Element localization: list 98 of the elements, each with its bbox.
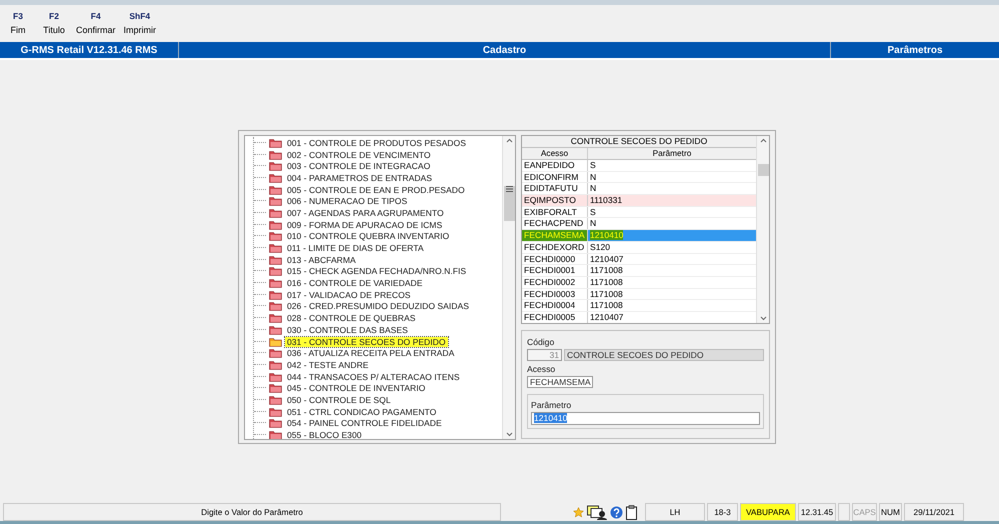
tree-item[interactable]: 054 - PAINEL CONTROLE FIDELIDADE xyxy=(285,418,444,428)
help-icon xyxy=(610,506,623,518)
table-row[interactable]: FECHDI0000 1210407 xyxy=(522,254,756,266)
table-cell: S xyxy=(590,160,596,170)
table-cell: FECHDI0005 xyxy=(522,312,588,323)
column-header[interactable]: Parâmetro xyxy=(588,148,756,159)
table-cell: FECHDEXORD xyxy=(522,242,588,252)
scrollbar-thumb[interactable] xyxy=(504,186,514,221)
tree-item[interactable]: 042 - TESTE ANDRE xyxy=(285,360,371,370)
tree-item[interactable]: 016 - CONTROLE DE VARIEDADE xyxy=(285,278,424,288)
table-cell: EQIMPOSTO xyxy=(522,195,588,206)
status-cell: CAPS xyxy=(852,503,877,521)
status-cell: NUM xyxy=(879,503,902,521)
table-row[interactable]: EXIBFORALT S xyxy=(522,206,756,218)
tree-item[interactable]: 036 - ATUALIZA RECEITA PELA ENTRADA xyxy=(285,348,456,358)
tree-item[interactable]: 005 - CONTROLE DE EAN E PROD.PESADO xyxy=(285,184,467,195)
table-cell: FECHDI0003 xyxy=(522,288,588,300)
table-cell: FECHDI0002 xyxy=(522,276,588,288)
tree-item[interactable]: 006 - NUMERACAO DE TIPOS xyxy=(285,196,410,206)
tree-item[interactable]: 051 - CTRL CONDICAO PAGAMENTO xyxy=(285,406,438,417)
field-label: Acesso xyxy=(527,364,556,374)
function-key-button[interactable]: ShF4 Imprimir xyxy=(122,9,158,37)
column-header[interactable]: Acesso xyxy=(522,148,588,159)
table-cell: 1210410 xyxy=(590,230,624,240)
function-key-button[interactable]: F3 Fim xyxy=(2,9,34,37)
table-title: CONTROLE SECOES DO PEDIDO xyxy=(522,136,756,148)
tree-item[interactable]: 030 - CONTROLE DAS BASES xyxy=(285,324,410,335)
table-cell: 1171008 xyxy=(590,288,623,299)
table-cell: 1210407 xyxy=(590,254,624,264)
tree-item[interactable]: 003 - CONTROLE DE INTEGRACAO xyxy=(285,161,432,172)
table-cell: FECHAMSEMA xyxy=(522,230,588,241)
status-cell: LH xyxy=(645,503,705,521)
tree-item[interactable]: 050 - CONTROLE DE SQL xyxy=(285,394,393,405)
application-title: G-RMS Retail V12.31.46 RMS xyxy=(20,44,158,56)
tree-item[interactable]: 045 - CONTROLE DE INVENTARIO xyxy=(285,383,428,394)
table-cell: N xyxy=(590,183,596,194)
tree-item[interactable]: 055 - BLOCO E300 xyxy=(285,430,364,439)
field-label: Parâmetro xyxy=(531,400,572,410)
tree-item[interactable]: 011 - LIMITE DE DIAS DE OFERTA xyxy=(285,243,426,254)
table-row[interactable]: FECHDI0001 1171008 xyxy=(522,265,756,277)
table-row[interactable]: FECHDI0004 1171008 xyxy=(522,300,756,312)
scrollbar[interactable] xyxy=(756,136,769,323)
function-key-button[interactable]: F2 Titulo xyxy=(38,9,70,37)
access-field[interactable]: FECHAMSEMA xyxy=(527,376,593,388)
table-cell: EXIBFORALT xyxy=(522,206,588,218)
scrollbar-thumb[interactable] xyxy=(758,164,768,176)
table-cell: FECHACPEND xyxy=(522,218,588,230)
parameter-field[interactable]: 1210410 xyxy=(531,412,760,425)
status-cell: 12.31.45 xyxy=(798,503,836,521)
table-row[interactable]: FECHDEXORD S120 xyxy=(522,242,756,254)
table-cell: EANPEDIDO xyxy=(522,160,588,171)
function-key-button[interactable]: F4 Confirmar xyxy=(74,9,118,37)
table-cell: S xyxy=(590,206,596,217)
table-row[interactable]: EQIMPOSTO 1110331 xyxy=(522,195,756,207)
tree-item[interactable]: 044 - TRANSACOES P/ ALTERACAO ITENS xyxy=(285,372,462,382)
table-cell: 1110331 xyxy=(590,195,622,206)
table-cell: 1210407 xyxy=(590,312,624,322)
tree-item[interactable]: 017 - VALIDACAO DE PRECOS xyxy=(285,290,413,300)
description-field: CONTROLE SECOES DO PEDIDO xyxy=(564,349,764,361)
tree-item[interactable]: 009 - FORMA DE APURACAO DE ICMS xyxy=(285,220,444,230)
table-row[interactable]: EDICONFIRM N xyxy=(522,172,756,184)
module-title: Cadastro xyxy=(482,44,526,56)
tree-item[interactable]: 015 - CHECK AGENDA FECHADA/NRO.N.FIS xyxy=(285,266,468,276)
tree-item[interactable]: 004 - PARAMETROS DE ENTRADAS xyxy=(285,172,434,183)
scrollbar[interactable] xyxy=(502,136,515,439)
table-cell: 1171008 xyxy=(590,276,623,287)
computer-user-icon xyxy=(587,504,607,520)
table-cell: N xyxy=(590,172,596,182)
tree-item[interactable]: 007 - AGENDAS PARA AGRUPAMENTO xyxy=(285,208,446,218)
table-cell: FECHDI0001 xyxy=(522,265,588,276)
status-cell: 18-3 xyxy=(707,503,738,521)
table-cell: N xyxy=(590,218,596,228)
clipboard-icon xyxy=(626,504,637,520)
table-cell: FECHDI0000 xyxy=(522,254,588,264)
table-cell: 1171008 xyxy=(590,265,623,276)
status-message: Digite o Valor do Parâmetro xyxy=(3,503,501,521)
table-row[interactable]: EANPEDIDO S xyxy=(522,160,756,172)
tree-item[interactable]: 002 - CONTROLE DE VENCIMENTO xyxy=(285,150,433,160)
table-cell: 1171008 xyxy=(590,300,623,310)
tree-item[interactable]: 013 - ABCFARMA xyxy=(285,254,358,265)
table-cell: FECHDI0004 xyxy=(522,300,588,311)
table-cell: EDIDTAFUTU xyxy=(522,183,588,194)
tree-item[interactable]: 026 - CRED.PRESUMIDO DEDUZIDO SAIDAS xyxy=(285,301,471,312)
status-cell: VABUPARA xyxy=(740,503,796,521)
star-icon xyxy=(573,506,584,518)
tree-item[interactable]: 031 - CONTROLE SECOES DO PEDIDO xyxy=(285,336,448,347)
tree-item[interactable]: 028 - CONTROLE DE QUEBRAS xyxy=(285,313,418,324)
table-cell: S120 xyxy=(590,242,610,252)
tree-item[interactable]: 010 - CONTROLE QUEBRA INVENTARIO xyxy=(285,231,452,242)
empty-status-cell xyxy=(838,503,850,521)
field-label: Código xyxy=(527,337,556,347)
table-row[interactable]: FECHDI0003 1171008 xyxy=(522,288,756,300)
table-row[interactable]: FECHDI0002 1171008 xyxy=(522,276,756,289)
screen-title: Parâmetros xyxy=(887,44,943,56)
status-cell: 29/11/2021 xyxy=(904,503,964,521)
grip-icon xyxy=(506,186,512,192)
tree-item[interactable]: 001 - CONTROLE DE PRODUTOS PESADOS xyxy=(285,138,468,148)
table-cell: EDICONFIRM xyxy=(522,172,588,182)
